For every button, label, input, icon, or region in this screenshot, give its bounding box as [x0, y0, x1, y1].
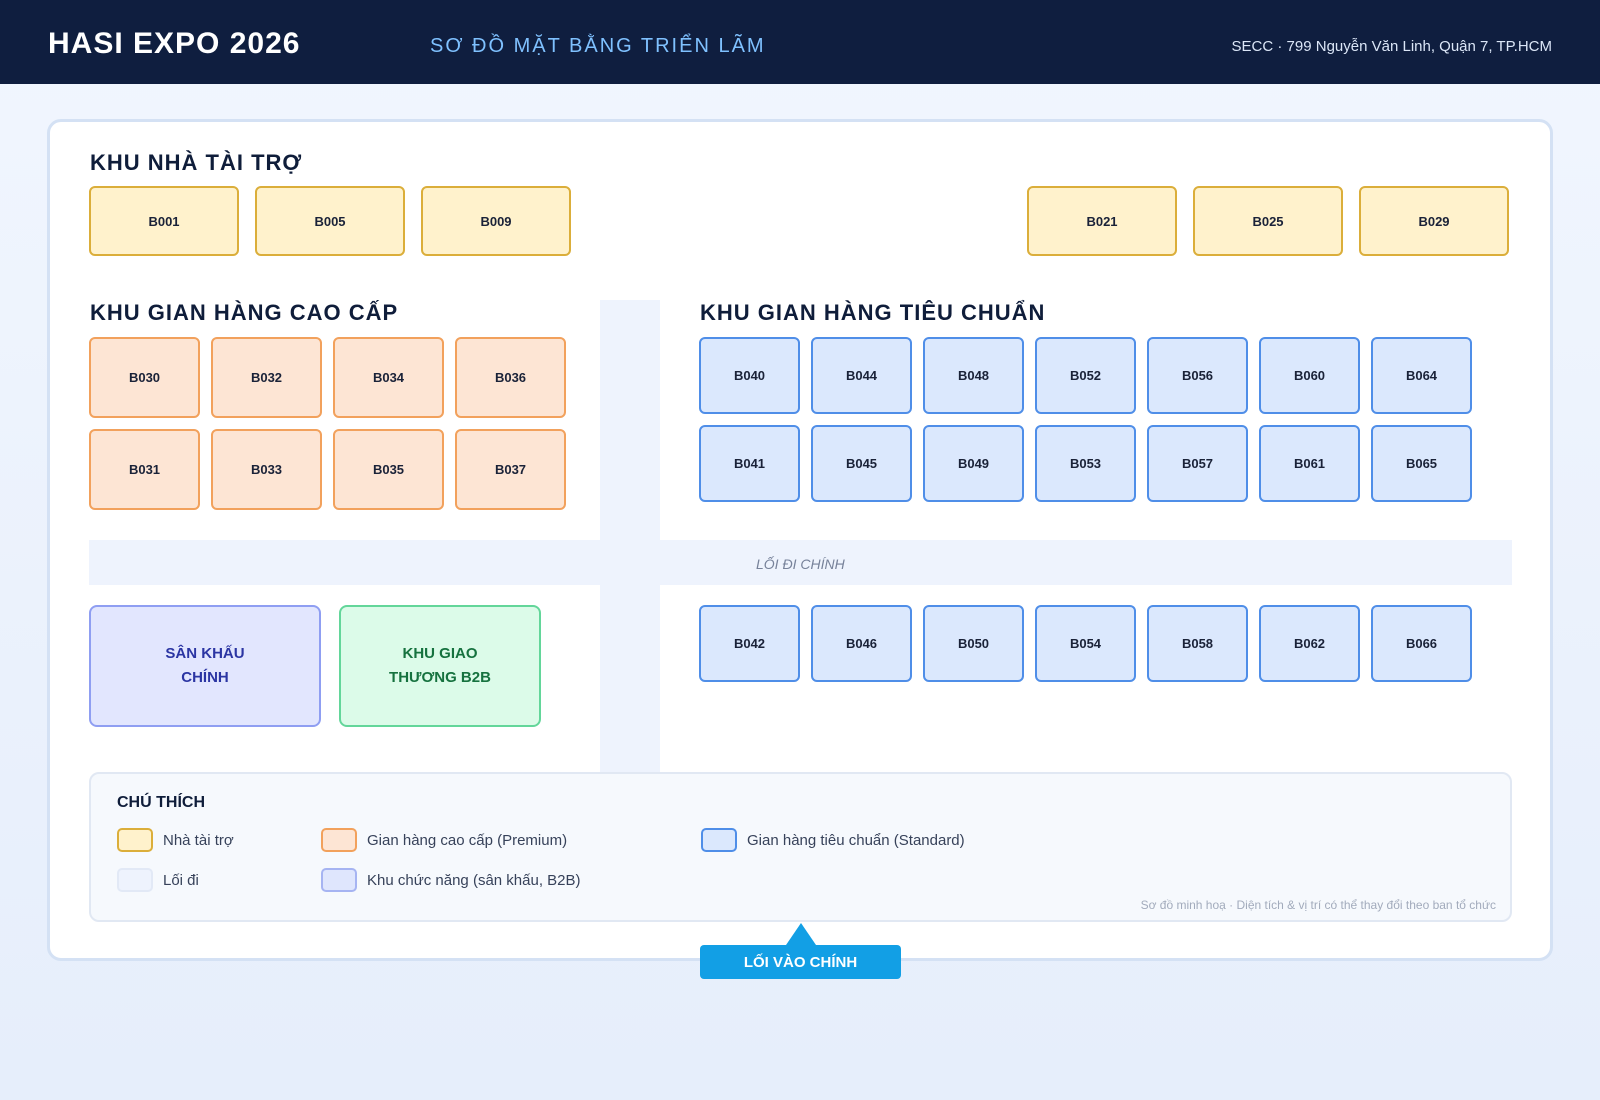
- page-subtitle: SƠ ĐỒ MẶT BẰNG TRIỂN LÃM: [430, 35, 766, 57]
- legend-title: CHÚ THÍCH: [117, 794, 205, 811]
- booth-b001[interactable]: B001: [89, 186, 239, 256]
- booth-b053[interactable]: B053: [1035, 425, 1136, 502]
- legend-swatch-aisle: [117, 868, 153, 892]
- booth-b064[interactable]: B064: [1371, 337, 1472, 414]
- legend-swatch-premium: [321, 828, 357, 852]
- booth-b048[interactable]: B048: [923, 337, 1024, 414]
- booth-b045[interactable]: B045: [811, 425, 912, 502]
- booth-b065[interactable]: B065: [1371, 425, 1472, 502]
- booth-b057[interactable]: B057: [1147, 425, 1248, 502]
- venue-address: SECC · 799 Nguyễn Văn Linh, Quận 7, TP.H…: [1231, 38, 1552, 55]
- legend-label-premium: Gian hàng cao cấp (Premium): [367, 832, 568, 849]
- vertical-aisle: [600, 300, 660, 773]
- booth-b060[interactable]: B060: [1259, 337, 1360, 414]
- header-bar: HASI EXPO 2026 SƠ ĐỒ MẶT BẰNG TRIỂN LÃM …: [0, 0, 1600, 84]
- booth-b037[interactable]: B037: [455, 429, 566, 510]
- booth-b035[interactable]: B035: [333, 429, 444, 510]
- main-stage-label-1: SÂN KHẤU: [165, 645, 245, 662]
- brand-title: HASI EXPO 2026: [48, 27, 301, 60]
- booth-b049[interactable]: B049: [923, 425, 1024, 502]
- main-aisle-label: LỐI ĐI CHÍNH: [756, 556, 845, 572]
- booth-b034[interactable]: B034: [333, 337, 444, 418]
- booth-b062[interactable]: B062: [1259, 605, 1360, 682]
- legend-label-aisle: Lối đi: [163, 872, 199, 889]
- main-stage-label-2: CHÍNH: [181, 669, 229, 686]
- b2b-area-label-2: THƯƠNG B2B: [389, 669, 491, 686]
- legend-swatch-sponsor: [117, 828, 153, 852]
- legend-swatch-standard: [701, 828, 737, 852]
- legend-swatch-functional: [321, 868, 357, 892]
- standard-zone-title: KHU GIAN HÀNG TIÊU CHUẨN: [700, 300, 1046, 325]
- b2b-area-label-1: KHU GIAO: [402, 645, 478, 662]
- main-stage[interactable]: SÂN KHẤU CHÍNH: [89, 605, 321, 727]
- legend-label-sponsor: Nhà tài trợ: [163, 832, 234, 849]
- booth-b036[interactable]: B036: [455, 337, 566, 418]
- booth-b041[interactable]: B041: [699, 425, 800, 502]
- booth-b054[interactable]: B054: [1035, 605, 1136, 682]
- booth-b052[interactable]: B052: [1035, 337, 1136, 414]
- booth-b009[interactable]: B009: [421, 186, 571, 256]
- booth-b046[interactable]: B046: [811, 605, 912, 682]
- sponsor-zone-title: KHU NHÀ TÀI TRỢ: [90, 150, 303, 175]
- legend-panel: CHÚ THÍCH Nhà tài trợ Gian hàng cao cấp …: [89, 772, 1512, 922]
- main-entrance[interactable]: LỐI VÀO CHÍNH: [700, 945, 901, 979]
- b2b-area[interactable]: KHU GIAO THƯƠNG B2B: [339, 605, 541, 727]
- booth-b025[interactable]: B025: [1193, 186, 1343, 256]
- booth-b058[interactable]: B058: [1147, 605, 1248, 682]
- entrance-arrow-icon: [786, 923, 816, 945]
- booth-b056[interactable]: B056: [1147, 337, 1248, 414]
- booth-b033[interactable]: B033: [211, 429, 322, 510]
- booth-b042[interactable]: B042: [699, 605, 800, 682]
- booth-b029[interactable]: B029: [1359, 186, 1509, 256]
- booth-b032[interactable]: B032: [211, 337, 322, 418]
- booth-b021[interactable]: B021: [1027, 186, 1177, 256]
- booth-b050[interactable]: B050: [923, 605, 1024, 682]
- booth-b061[interactable]: B061: [1259, 425, 1360, 502]
- legend-label-functional: Khu chức năng (sân khấu, B2B): [367, 872, 581, 889]
- premium-zone-title: KHU GIAN HÀNG CAO CẤP: [90, 300, 399, 325]
- legend-label-standard: Gian hàng tiêu chuẩn (Standard): [747, 832, 965, 849]
- booth-b040[interactable]: B040: [699, 337, 800, 414]
- booth-b031[interactable]: B031: [89, 429, 200, 510]
- booth-b044[interactable]: B044: [811, 337, 912, 414]
- legend-note: Sơ đồ minh hoạ · Diện tích & vị trí có t…: [1140, 898, 1496, 912]
- booth-b030[interactable]: B030: [89, 337, 200, 418]
- booth-b066[interactable]: B066: [1371, 605, 1472, 682]
- booth-b005[interactable]: B005: [255, 186, 405, 256]
